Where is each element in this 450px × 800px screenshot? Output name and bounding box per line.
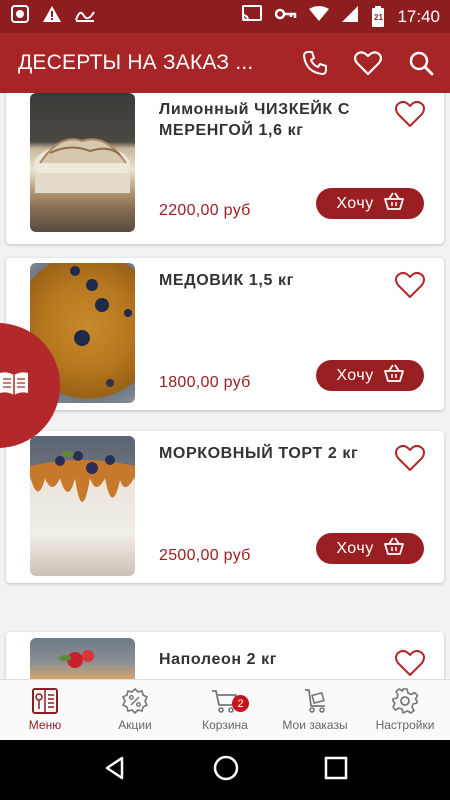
product-card[interactable]: МЕДОВИК 1,5 кг 1800,00 руб Хочу bbox=[6, 258, 444, 410]
cast-icon bbox=[241, 5, 263, 28]
status-bar: 21 17:40 bbox=[0, 0, 450, 33]
product-price: 2200,00 руб bbox=[159, 202, 251, 219]
product-title[interactable]: МОРКОВНЫЙ ТОРТ 2 кг bbox=[159, 443, 379, 464]
nav-item-promotions[interactable]: Акции bbox=[90, 680, 180, 740]
screenshot-notification-icon bbox=[10, 4, 30, 29]
favorites-icon[interactable] bbox=[354, 50, 382, 76]
open-book-icon bbox=[0, 370, 30, 401]
basket-icon bbox=[383, 364, 404, 387]
nav-item-menu[interactable]: Меню bbox=[0, 680, 90, 740]
nav-label-my-orders: Мои заказы bbox=[282, 718, 348, 732]
nav-label-settings: Настройки bbox=[375, 718, 435, 732]
want-button-label: Хочу bbox=[336, 366, 374, 384]
delivery-cart-icon bbox=[301, 687, 329, 715]
gear-icon bbox=[391, 687, 419, 715]
app-bar: ДЕСЕРТЫ НА ЗАКАЗ ... bbox=[0, 33, 450, 93]
menu-book-icon bbox=[31, 687, 59, 715]
nav-item-cart[interactable]: 2 Корзина bbox=[180, 680, 270, 740]
nav-label-promotions: Акции bbox=[118, 718, 152, 732]
recents-icon[interactable] bbox=[324, 756, 348, 785]
want-button-label: Хочу bbox=[336, 539, 374, 557]
basket-icon bbox=[383, 537, 404, 560]
product-price: 2500,00 руб bbox=[159, 547, 251, 564]
nav-item-my-orders[interactable]: Мои заказы bbox=[270, 680, 360, 740]
heart-icon[interactable] bbox=[394, 648, 426, 678]
want-button[interactable]: Хочу bbox=[316, 533, 424, 564]
product-title[interactable]: МЕДОВИК 1,5 кг bbox=[159, 270, 379, 291]
battery-level: 21 bbox=[374, 12, 383, 22]
warning-icon bbox=[42, 4, 62, 29]
back-icon[interactable] bbox=[102, 755, 128, 786]
heart-icon[interactable] bbox=[394, 99, 426, 129]
nav-label-menu: Меню bbox=[28, 718, 62, 732]
cart-count-badge: 2 bbox=[232, 695, 249, 712]
app-notification-icon bbox=[74, 4, 96, 29]
app-title: ДЕСЕРТЫ НА ЗАКАЗ ... bbox=[18, 51, 254, 74]
wifi-icon bbox=[309, 6, 330, 27]
want-button[interactable]: Хочу bbox=[316, 188, 424, 219]
heart-icon[interactable] bbox=[394, 270, 426, 300]
want-button-label: Хочу bbox=[336, 194, 374, 212]
cart-icon: 2 bbox=[211, 687, 249, 715]
system-navigation-bar bbox=[0, 740, 450, 800]
nav-item-settings[interactable]: Настройки bbox=[360, 680, 450, 740]
product-image[interactable] bbox=[30, 436, 135, 576]
key-icon bbox=[275, 7, 297, 26]
product-card[interactable]: Лимонный ЧИЗКЕЙК С МЕРЕНГОЙ 1,6 кг 2200,… bbox=[6, 93, 444, 244]
clock: 17:40 bbox=[397, 6, 440, 26]
battery-icon: 21 bbox=[371, 5, 385, 28]
product-card[interactable]: МОРКОВНЫЙ ТОРТ 2 кг 2500,00 руб Хочу bbox=[6, 431, 444, 583]
search-icon[interactable] bbox=[408, 50, 434, 76]
product-card[interactable]: Наполеон 2 кг bbox=[6, 632, 444, 679]
product-title[interactable]: Наполеон 2 кг bbox=[159, 649, 379, 670]
basket-icon bbox=[383, 192, 404, 215]
phone-icon[interactable] bbox=[302, 50, 328, 76]
heart-icon[interactable] bbox=[394, 443, 426, 473]
nav-label-cart: Корзина bbox=[202, 718, 248, 732]
bottom-navigation: Меню Акции 2 Корзина Мои заказы Настройк… bbox=[0, 679, 450, 740]
home-icon[interactable] bbox=[212, 754, 240, 787]
signal-icon bbox=[341, 5, 359, 28]
percent-badge-icon bbox=[121, 687, 149, 715]
product-title[interactable]: Лимонный ЧИЗКЕЙК С МЕРЕНГОЙ 1,6 кг bbox=[159, 99, 379, 141]
product-price: 1800,00 руб bbox=[159, 374, 251, 391]
product-list[interactable]: Лимонный ЧИЗКЕЙК С МЕРЕНГОЙ 1,6 кг 2200,… bbox=[0, 93, 450, 679]
product-image[interactable] bbox=[30, 93, 135, 232]
want-button[interactable]: Хочу bbox=[316, 360, 424, 391]
product-image[interactable] bbox=[30, 638, 135, 679]
